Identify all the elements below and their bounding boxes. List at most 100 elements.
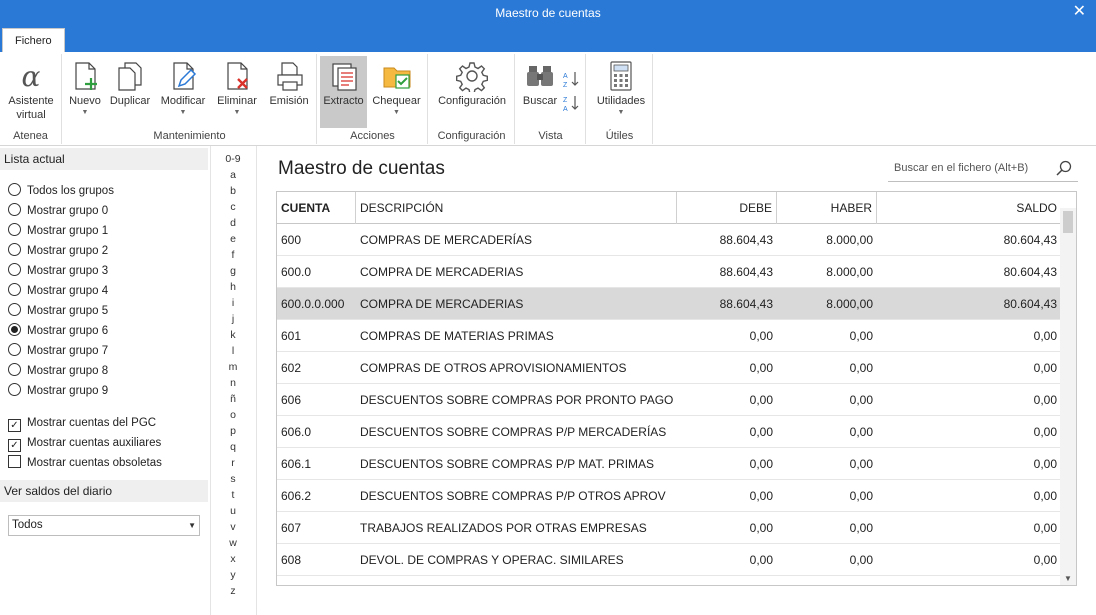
table-row[interactable]: 601 COMPRAS DE MATERIAS PRIMAS 0,00 0,00 0,0… — [277, 320, 1061, 352]
table-row[interactable]: 602 COMPRAS DE OTROS APROVISIONAMIENTOS 0,… — [277, 352, 1061, 384]
cell-haber: 8.000,00 — [826, 265, 873, 279]
tab-fichero[interactable]: Fichero — [2, 28, 65, 52]
asistente-virtual-button[interactable]: α Asistente virtual — [2, 56, 60, 128]
index-letter[interactable]: h — [211, 280, 255, 296]
index-letter[interactable]: q — [211, 440, 255, 456]
emision-button[interactable]: Emisión — [265, 56, 313, 128]
index-letter[interactable]: u — [211, 504, 255, 520]
modificar-button[interactable]: Modificar ▼ — [155, 56, 211, 128]
index-letter[interactable]: m — [211, 360, 255, 376]
index-letter[interactable]: z — [211, 584, 255, 600]
index-letter[interactable]: s — [211, 472, 255, 488]
close-icon[interactable]: ✕ — [1073, 2, 1086, 22]
scroll-down-icon[interactable]: ▼ — [1060, 574, 1076, 583]
radio-group-option[interactable]: Todos los grupos — [8, 183, 114, 201]
column-header-haber[interactable]: HABER — [777, 192, 877, 224]
index-letter[interactable]: r — [211, 456, 255, 472]
radio-button[interactable] — [8, 323, 21, 336]
radio-button[interactable] — [8, 263, 21, 276]
lista-actual-header: Lista actual — [0, 148, 208, 170]
index-letter[interactable]: k — [211, 328, 255, 344]
table-row[interactable]: 608 DEVOL. DE COMPRAS Y OPERAC. SIMILARES… — [277, 544, 1061, 576]
sort-descending-icon[interactable]: Z A — [562, 94, 580, 112]
column-header-saldo[interactable]: SALDO — [877, 192, 1061, 224]
radio-group-option[interactable]: Mostrar grupo 7 — [8, 343, 108, 361]
table-row[interactable]: 600.0 COMPRA DE MERCADERIAS 88.604,43 8.000… — [277, 256, 1061, 288]
table-row[interactable]: 600 COMPRAS DE MERCADERÍAS 88.604,43 8.000,… — [277, 224, 1061, 256]
table-row[interactable]: 606 DESCUENTOS SOBRE COMPRAS POR PRONTO P… — [277, 384, 1061, 416]
checkbox-obsoletas-box[interactable] — [8, 455, 21, 468]
radio-group-option[interactable]: Mostrar grupo 6 — [8, 323, 108, 341]
radio-button[interactable] — [8, 303, 21, 316]
search-box[interactable]: Buscar en el fichero (Alt+B) — [888, 156, 1078, 182]
index-letter[interactable]: o — [211, 408, 255, 424]
radio-button[interactable] — [8, 343, 21, 356]
index-letter[interactable]: 0-9 — [211, 152, 255, 168]
radio-group-option[interactable]: Mostrar grupo 8 — [8, 363, 108, 381]
nuevo-button[interactable]: Nuevo ▼ — [65, 56, 105, 128]
cell-debe: 0,00 — [749, 553, 773, 567]
eliminar-button[interactable]: Eliminar ▼ — [212, 56, 262, 128]
index-letter[interactable]: e — [211, 232, 255, 248]
radio-group-option[interactable]: Mostrar grupo 2 — [8, 243, 108, 261]
index-letter[interactable]: y — [211, 568, 255, 584]
radio-group-option[interactable]: Mostrar grupo 0 — [8, 203, 108, 221]
index-letter[interactable]: a — [211, 168, 255, 184]
vertical-scrollbar[interactable]: ▼ — [1060, 208, 1076, 585]
radio-group-option[interactable]: Mostrar grupo 5 — [8, 303, 108, 321]
index-letter[interactable]: d — [211, 216, 255, 232]
buscar-button[interactable]: Buscar — [518, 56, 562, 128]
checkbox-pgc[interactable]: ✓ Mostrar cuentas del PGC — [8, 415, 156, 433]
index-letter[interactable]: x — [211, 552, 255, 568]
radio-group-option[interactable]: Mostrar grupo 1 — [8, 223, 108, 241]
utilidades-button[interactable]: Utilidades ▼ — [591, 56, 651, 128]
column-header-cuenta[interactable]: CUENTA — [277, 192, 356, 224]
table-row[interactable]: 607 TRABAJOS REALIZADOS POR OTRAS EMPRESA… — [277, 512, 1061, 544]
radio-button[interactable] — [8, 363, 21, 376]
index-letter[interactable]: t — [211, 488, 255, 504]
saldos-select[interactable]: Todos ▼ — [8, 515, 200, 536]
radio-button[interactable] — [8, 203, 21, 216]
index-letter[interactable]: n — [211, 376, 255, 392]
index-letter[interactable]: g — [211, 264, 255, 280]
index-letter[interactable]: p — [211, 424, 255, 440]
index-letter[interactable]: c — [211, 200, 255, 216]
radio-button[interactable] — [8, 383, 21, 396]
checkbox-auxiliares-box[interactable]: ✓ — [8, 439, 21, 452]
configuracion-button[interactable]: Configuración — [432, 56, 512, 128]
index-letter[interactable]: ñ — [211, 392, 255, 408]
column-header-descripcion[interactable]: DESCRIPCIÓN — [356, 192, 677, 224]
table-row[interactable]: 606.2 DESCUENTOS SOBRE COMPRAS P/P OTROS … — [277, 480, 1061, 512]
checkbox-obsoletas[interactable]: Mostrar cuentas obsoletas — [8, 455, 162, 473]
checkbox-auxiliares[interactable]: ✓ Mostrar cuentas auxiliares — [8, 435, 161, 453]
index-letter[interactable]: j — [211, 312, 255, 328]
checkbox-pgc-box[interactable]: ✓ — [8, 419, 21, 432]
duplicar-button[interactable]: Duplicar — [106, 56, 154, 128]
table-row[interactable]: 606.1 DESCUENTOS SOBRE COMPRAS P/P MAT. P… — [277, 448, 1061, 480]
cell-cuenta: 608 — [281, 553, 302, 567]
table-row[interactable]: 600.0.0.000 COMPRA DE MERCADERIAS 88.604,4… — [277, 288, 1061, 320]
sort-ascending-icon[interactable]: A Z — [562, 70, 580, 88]
radio-group-option[interactable]: Mostrar grupo 3 — [8, 263, 108, 281]
index-letter[interactable]: b — [211, 184, 255, 200]
column-header-debe[interactable]: DEBE — [677, 192, 777, 224]
scrollbar-thumb[interactable] — [1063, 211, 1073, 233]
index-letter[interactable]: i — [211, 296, 255, 312]
cell-descripcion: DESCUENTOS SOBRE COMPRAS P/P OTROS APROV — [360, 489, 666, 503]
table-row[interactable]: 606.0 DESCUENTOS SOBRE COMPRAS P/P MERCAD… — [277, 416, 1061, 448]
cell-debe: 0,00 — [749, 329, 773, 343]
search-icon[interactable] — [1056, 160, 1072, 176]
checkbox-obsoletas-label: Mostrar cuentas obsoletas — [27, 457, 162, 469]
radio-button[interactable] — [8, 183, 21, 196]
radio-button[interactable] — [8, 283, 21, 296]
index-letter[interactable]: f — [211, 248, 255, 264]
index-letter[interactable]: w — [211, 536, 255, 552]
index-letter[interactable]: v — [211, 520, 255, 536]
extracto-button[interactable]: Extracto — [320, 56, 367, 128]
index-letter[interactable]: l — [211, 344, 255, 360]
radio-group-option[interactable]: Mostrar grupo 4 — [8, 283, 108, 301]
radio-button[interactable] — [8, 223, 21, 236]
chequear-button[interactable]: Chequear ▼ — [369, 56, 424, 128]
radio-button[interactable] — [8, 243, 21, 256]
radio-group-option[interactable]: Mostrar grupo 9 — [8, 383, 108, 401]
